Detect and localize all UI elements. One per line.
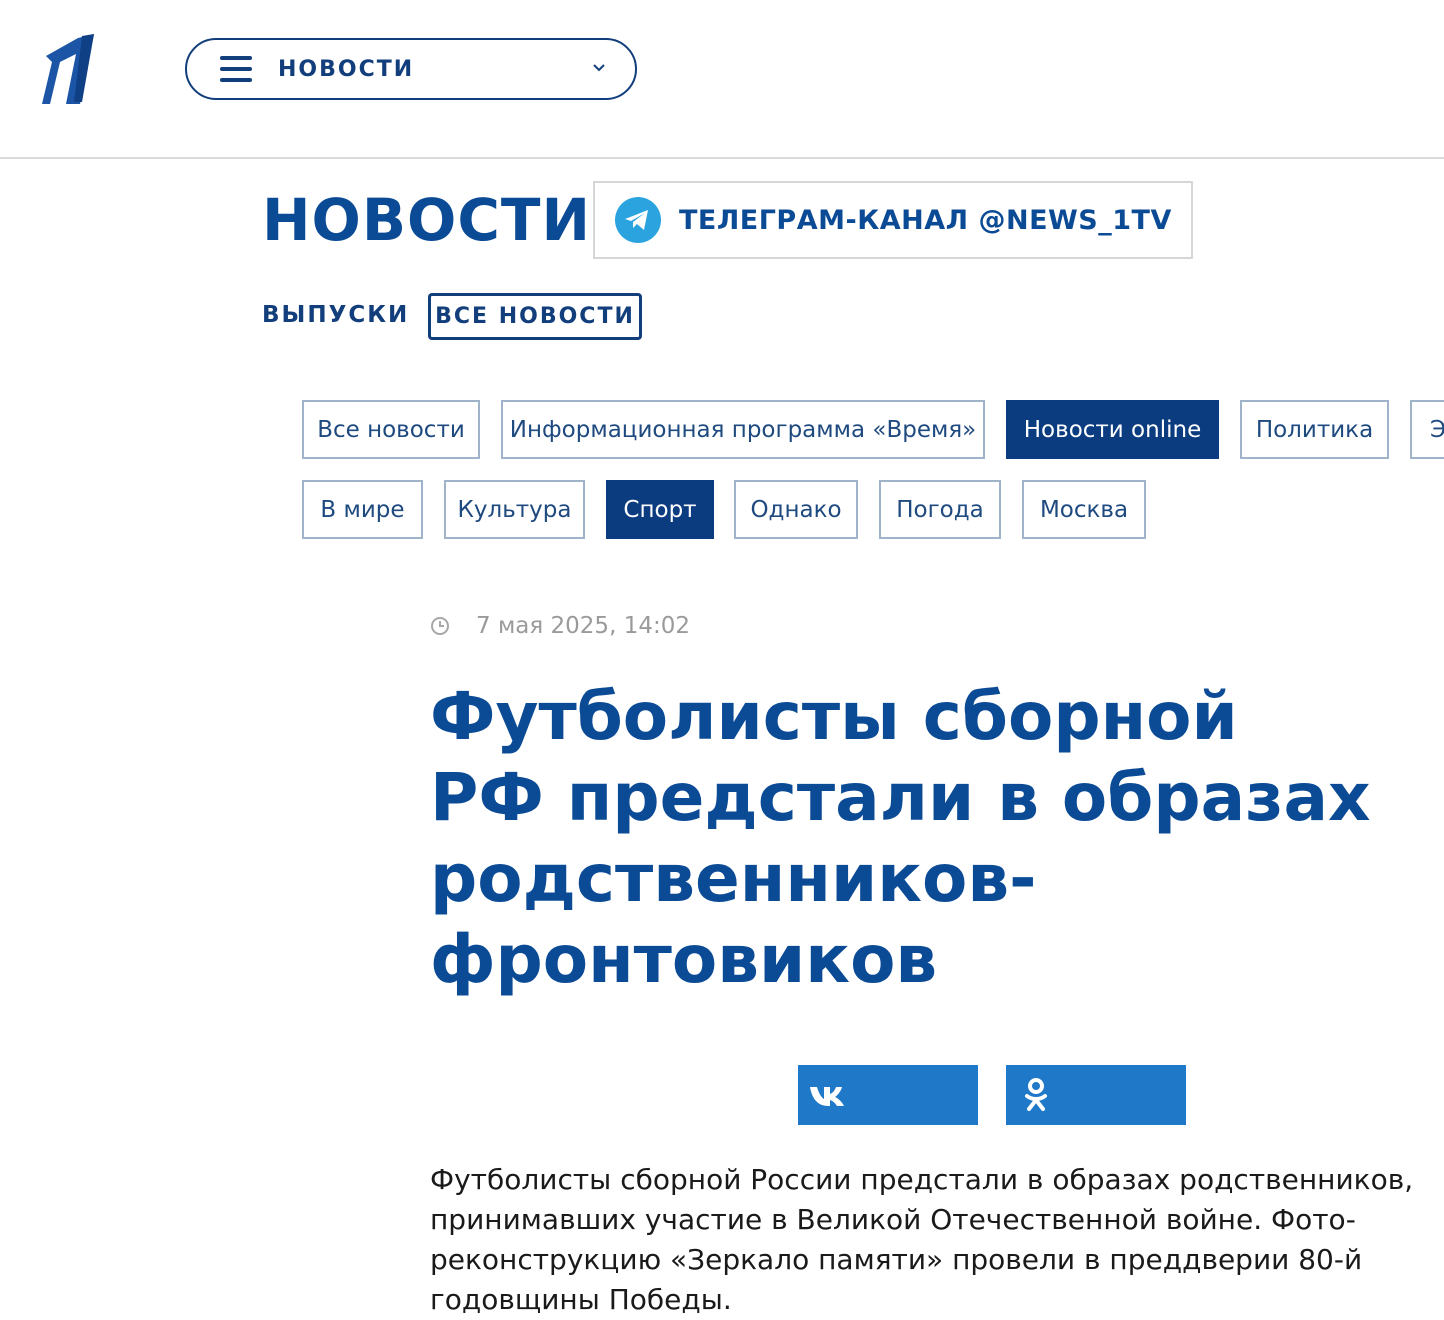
telegram-channel-link[interactable]: ТЕЛЕГРАМ-КАНАЛ @NEWS_1TV <box>593 181 1193 259</box>
share-vk-button[interactable] <box>798 1065 978 1125</box>
article-headline: Футболисты сборной РФ предстали в образа… <box>430 676 1430 1000</box>
article-date: 7 мая 2025, 14:02 <box>476 613 690 639</box>
news-menu-dropdown[interactable]: НОВОСТИ <box>185 38 637 100</box>
category-chip[interactable]: Погода <box>879 480 1001 539</box>
menu-label: НОВОСТИ <box>278 56 415 82</box>
section-title: НОВОСТИ <box>262 186 592 254</box>
headline-line: РФ предстали в образах <box>430 759 1371 836</box>
vk-icon <box>810 1087 844 1106</box>
category-chip-active[interactable]: Новости online <box>1006 400 1219 459</box>
subnav-all-news[interactable]: ВСЕ НОВОСТИ <box>428 293 642 340</box>
category-chip[interactable]: Культура <box>444 480 585 539</box>
headline-line: родственников-фронтовиков <box>430 840 1037 998</box>
headline-line: Футболисты сборной <box>430 678 1238 755</box>
category-chip-active[interactable]: Спорт <box>606 480 714 539</box>
channel-one-logo[interactable] <box>38 34 98 108</box>
category-chip[interactable]: Однако <box>734 480 858 539</box>
category-chip[interactable]: Москва <box>1022 480 1146 539</box>
category-chip[interactable]: Все новости <box>302 400 480 459</box>
telegram-icon <box>615 197 661 243</box>
category-chip[interactable]: В мире <box>302 480 423 539</box>
share-ok-button[interactable] <box>1006 1065 1186 1125</box>
header-divider <box>0 157 1444 159</box>
chevron-down-icon <box>593 64 605 72</box>
clock-icon <box>431 617 449 635</box>
odnoklassniki-icon <box>1025 1078 1047 1111</box>
hamburger-icon <box>220 56 252 82</box>
telegram-label: ТЕЛЕГРАМ-КАНАЛ @NEWS_1TV <box>679 204 1172 236</box>
category-chip[interactable]: Э <box>1410 400 1444 459</box>
subnav-releases[interactable]: ВЫПУСКИ <box>262 302 409 328</box>
category-chip[interactable]: Информационная программа «Время» <box>501 400 985 459</box>
article-lead: Футболисты сборной России предстали в об… <box>430 1163 1414 1316</box>
category-chip[interactable]: Политика <box>1240 400 1389 459</box>
